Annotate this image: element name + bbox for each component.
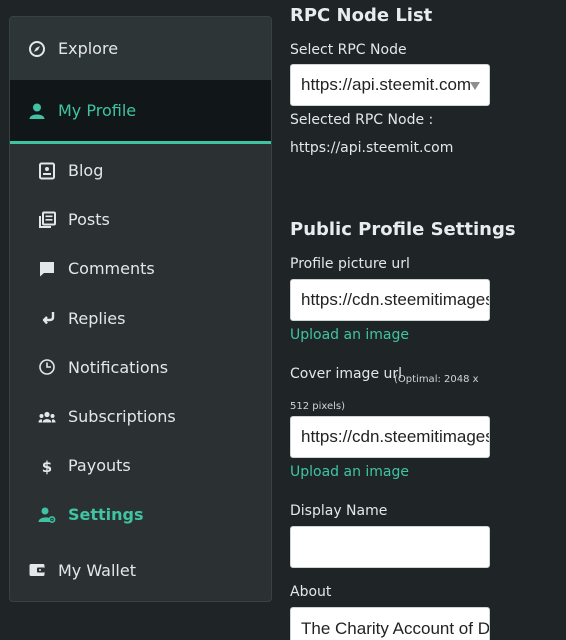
display-name-label: Display Name (290, 503, 388, 519)
dollar-icon: $ (38, 457, 56, 475)
compass-icon (28, 40, 46, 58)
sidebar: Explore My Profile Blog Posts Comments R… (9, 16, 272, 602)
selected-rpc-label: Selected RPC Node : (290, 112, 434, 128)
sidebar-item-label: Replies (68, 308, 126, 328)
sidebar-item-settings[interactable]: Settings (10, 490, 271, 539)
clock-icon (38, 358, 56, 376)
sidebar-item-label: Notifications (68, 357, 169, 377)
user-gear-icon (38, 506, 56, 524)
posts-icon (38, 211, 56, 229)
about-value: The Charity Account of D (301, 619, 490, 638)
cover-image-value: https://cdn.steemitimages.com (301, 427, 489, 446)
sidebar-item-label: Posts (68, 210, 110, 230)
cover-image-hint: (Optimal: 2048 x 512 pixels) (290, 374, 479, 412)
rpc-node-title: RPC Node List (290, 5, 433, 26)
rpc-node-select[interactable]: https://api.steemit.com (290, 64, 490, 106)
about-input[interactable]: The Charity Account of D (290, 607, 490, 640)
nav-explore[interactable]: Explore (10, 17, 271, 80)
cover-image-input[interactable]: https://cdn.steemitimages.com (290, 416, 490, 458)
sidebar-item-blog[interactable]: Blog (10, 146, 271, 195)
select-rpc-label: Select RPC Node (290, 42, 407, 58)
sidebar-item-payouts[interactable]: $ Payouts (10, 441, 271, 490)
wallet-icon (28, 561, 46, 579)
sidebar-item-replies[interactable]: Replies (10, 294, 271, 343)
nav-my-profile-label: My Profile (58, 101, 137, 120)
profile-picture-value: https://cdn.steemitimages.com (301, 290, 489, 309)
sidebar-item-subscriptions[interactable]: Subscriptions (10, 392, 271, 441)
chevron-down-icon (470, 82, 480, 90)
sidebar-item-label: Payouts (68, 456, 131, 476)
user-icon (28, 102, 46, 120)
public-profile-title: Public Profile Settings (290, 219, 516, 240)
sidebar-item-notifications[interactable]: Notifications (10, 343, 271, 392)
sidebar-item-label: Settings (68, 505, 144, 525)
nav-explore-label: Explore (58, 39, 119, 58)
upload-image-link[interactable]: Upload an image (290, 464, 409, 480)
profile-picture-input[interactable]: https://cdn.steemitimages.com (290, 279, 490, 321)
selected-rpc-value: https://api.steemit.com (290, 140, 454, 156)
reply-icon (38, 309, 56, 327)
profile-picture-label: Profile picture url (290, 256, 410, 272)
blog-icon (38, 162, 56, 180)
people-icon (38, 408, 56, 426)
nav-my-profile[interactable]: My Profile (10, 80, 271, 144)
nav-my-wallet-label: My Wallet (58, 560, 136, 580)
sidebar-item-posts[interactable]: Posts (10, 195, 271, 244)
sidebar-item-label: Comments (68, 259, 155, 279)
svg-text:$: $ (42, 458, 52, 475)
display-name-input[interactable] (290, 526, 490, 568)
upload-image-link[interactable]: Upload an image (290, 327, 409, 343)
nav-my-wallet[interactable]: My Wallet (10, 539, 271, 601)
sidebar-item-label: Subscriptions (68, 407, 176, 427)
sidebar-item-comments[interactable]: Comments (10, 244, 271, 293)
profile-subnav: Blog Posts Comments Replies Notification… (10, 144, 271, 540)
sidebar-item-label: Blog (68, 161, 104, 181)
rpc-node-select-value: https://api.steemit.com (301, 75, 472, 94)
about-label: About (290, 584, 332, 600)
comment-icon (38, 260, 56, 278)
